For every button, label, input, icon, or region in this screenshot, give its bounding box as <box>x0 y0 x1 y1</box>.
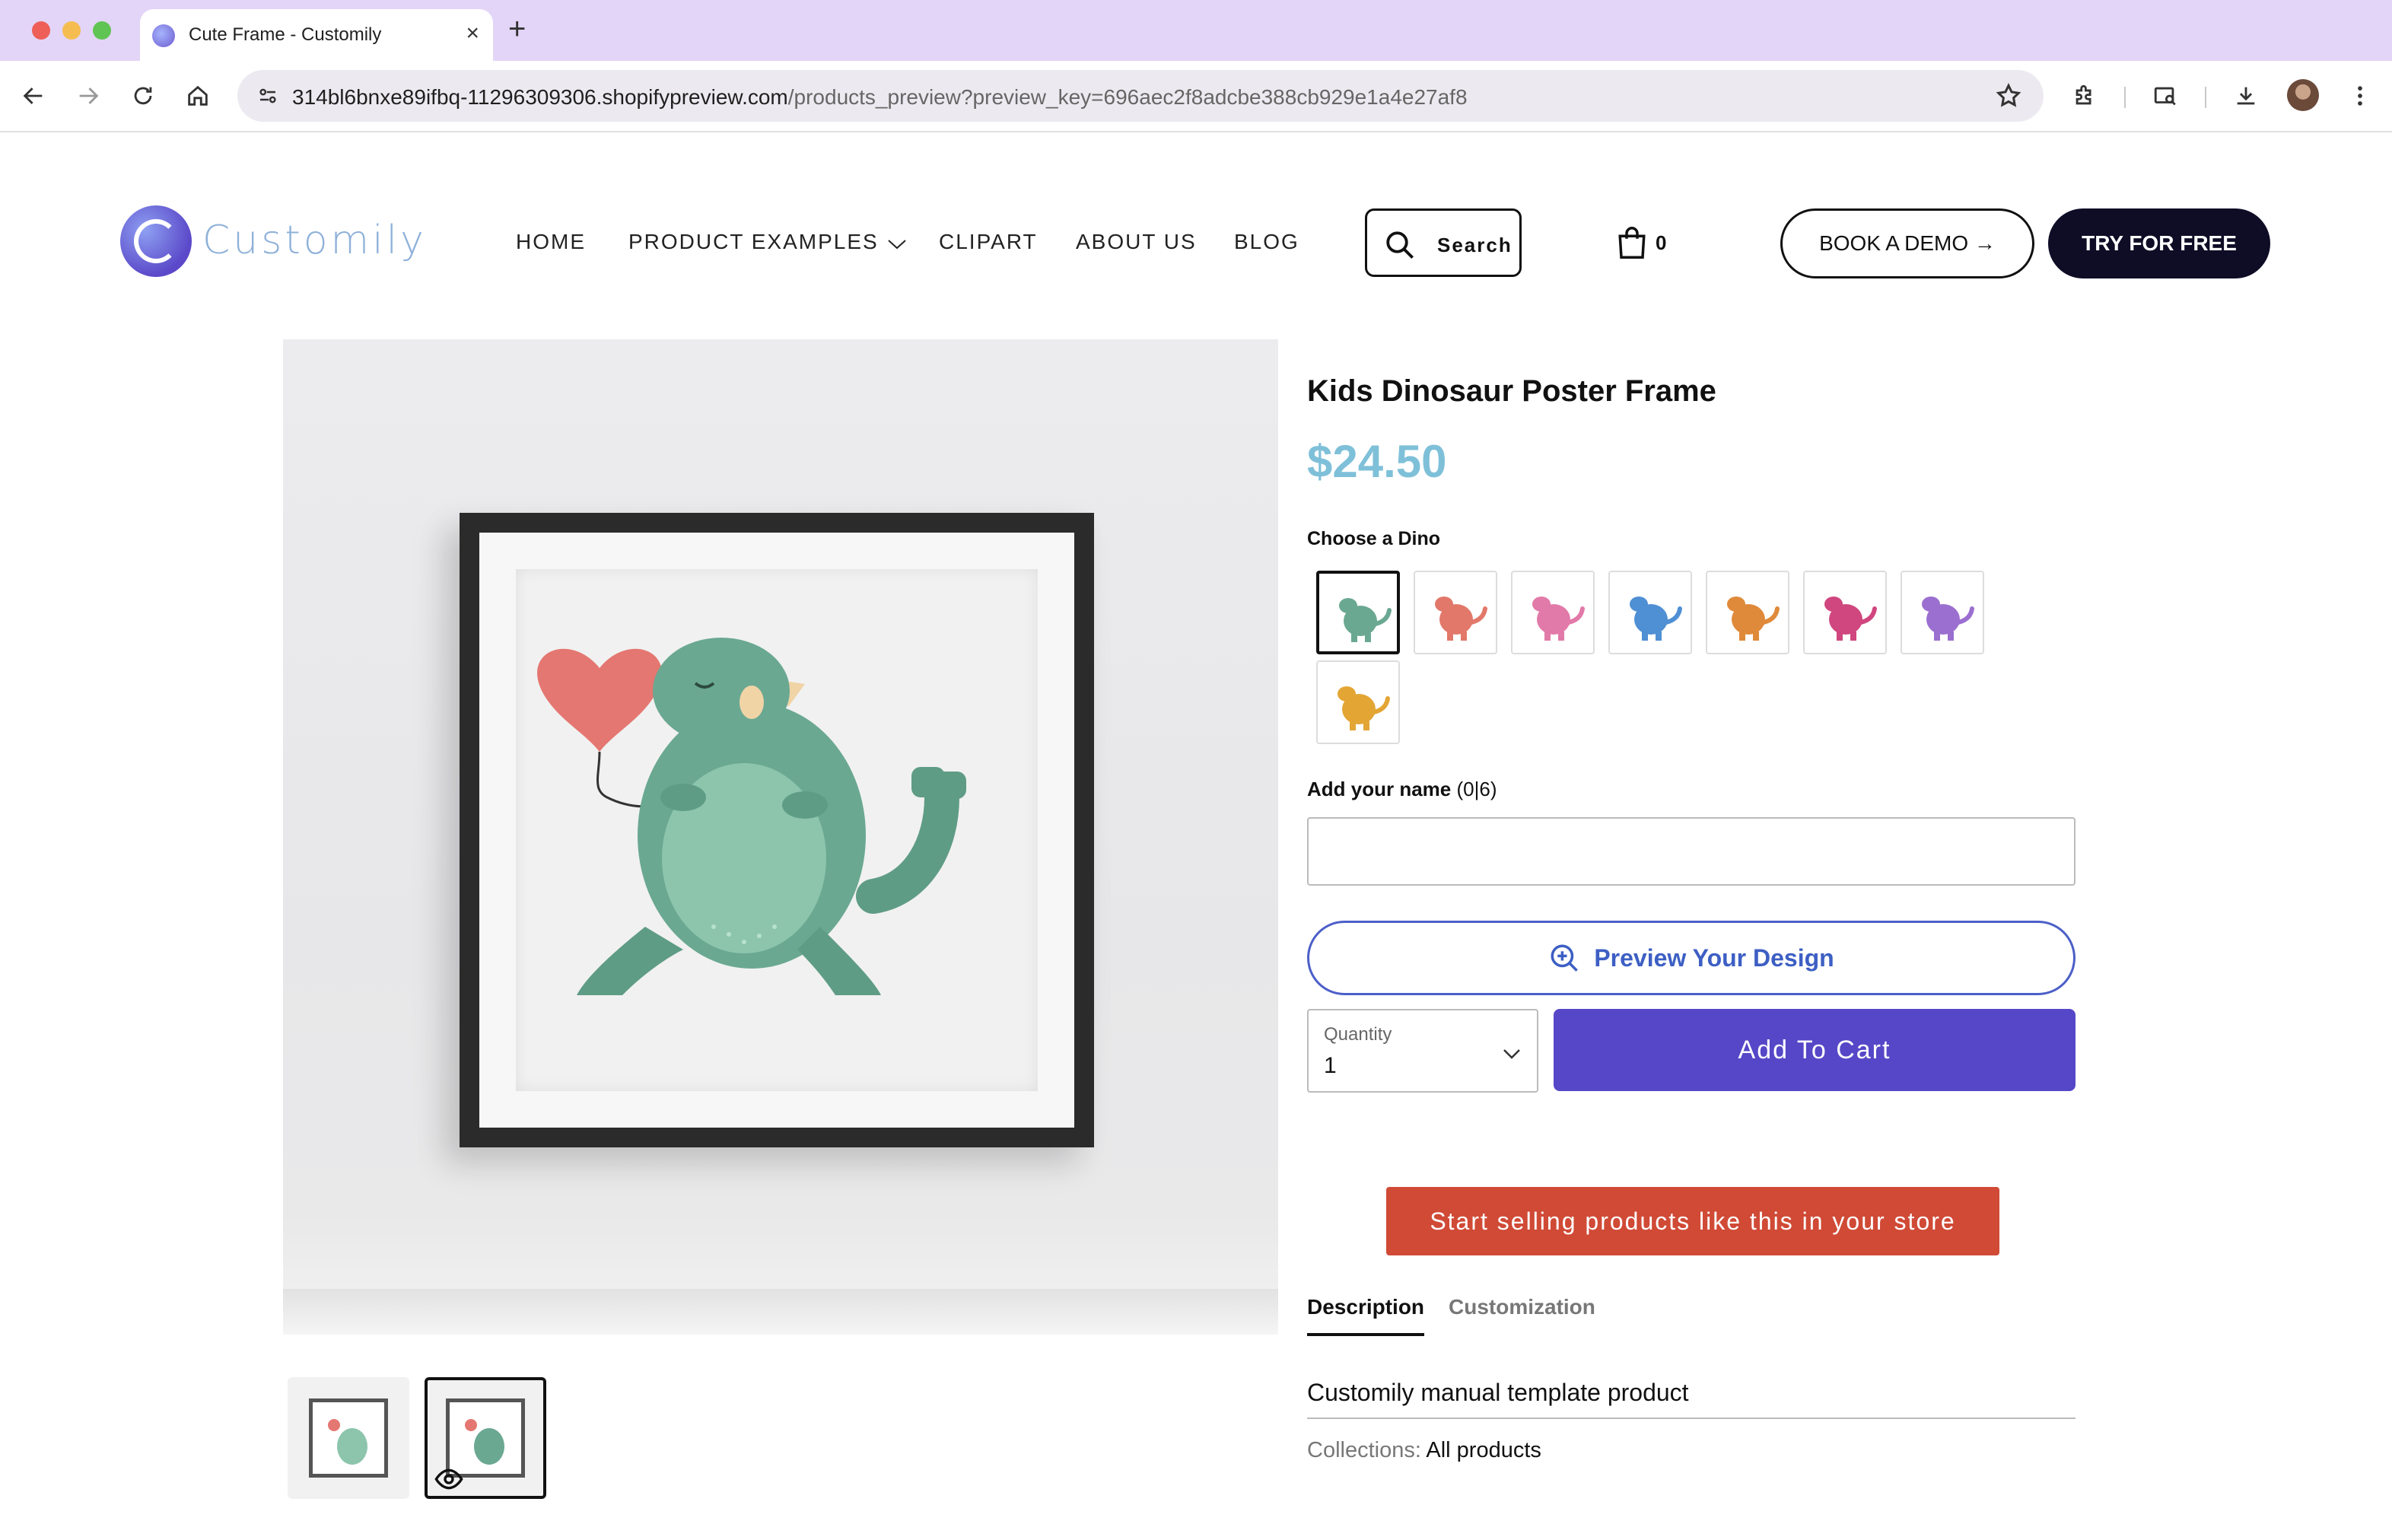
dino-swatch-purple-dino[interactable] <box>1901 571 1984 654</box>
collections-link[interactable]: All products <box>1426 1438 1541 1462</box>
url-path: /products_preview?preview_key=696aec2f8a… <box>787 85 1468 109</box>
brand-name[interactable]: Customily <box>202 218 427 263</box>
dino-swatch-coral-dino[interactable] <box>1414 571 1497 654</box>
coral-dino-icon <box>1435 597 1487 641</box>
customily-logo-icon[interactable] <box>120 205 192 277</box>
url-host: 314bl6bnxe89ifbq-11296309306.shopifyprev… <box>292 85 788 109</box>
extensions-icon[interactable] <box>2066 78 2103 114</box>
minimize-window-button[interactable] <box>62 21 81 40</box>
magenta-dino-icon <box>1824 597 1877 641</box>
zoom-in-icon <box>1551 944 1579 972</box>
back-arrow-icon[interactable] <box>15 78 52 114</box>
chevron-down-icon <box>1503 1049 1520 1059</box>
tab-customization[interactable]: Customization <box>1449 1295 1595 1319</box>
thumbnail-frame <box>309 1398 388 1478</box>
yellow-stegosaurus-icon <box>1338 686 1390 730</box>
choose-dino-label: Choose a Dino <box>1307 528 1441 549</box>
toolbar-separator <box>2205 87 2206 108</box>
pink-triceratops-icon <box>1532 597 1585 641</box>
wall-shelf <box>283 1289 1278 1335</box>
eye-preview-icon <box>434 1468 463 1490</box>
new-tab-button[interactable]: + <box>508 14 526 44</box>
product-tabs: Description Customization <box>1307 1290 2076 1339</box>
search-icon <box>1386 231 1414 259</box>
preview-design-button[interactable]: Preview Your Design <box>1307 921 2076 995</box>
dinosaur-print <box>516 569 1038 1091</box>
name-char-counter: (0|6) <box>1456 778 1497 800</box>
search-label: Search <box>1437 234 1512 256</box>
cart-count: 0 <box>1656 231 1667 254</box>
dino-swatch-green-dino-heart[interactable] <box>1316 571 1400 654</box>
chevron-down-icon <box>887 239 906 249</box>
shopping-bag-icon[interactable] <box>1616 225 1648 260</box>
tab-description[interactable]: Description <box>1307 1295 1425 1336</box>
address-bar[interactable]: 314bl6bnxe89ifbq-11296309306.shopifyprev… <box>237 70 2044 122</box>
product-title: Kids Dinosaur Poster Frame <box>1307 374 1716 408</box>
blue-pterodactyl-icon <box>1630 597 1682 641</box>
product-description: Customily manual template product <box>1307 1379 2076 1419</box>
nav-clipart[interactable]: CLIPART <box>939 230 1038 254</box>
dino-swatch-blue-pterodactyl[interactable] <box>1608 571 1692 654</box>
add-to-cart-button[interactable]: Add To Cart <box>1554 1009 2076 1091</box>
preview-design-label: Preview Your Design <box>1594 943 1834 972</box>
profile-avatar[interactable] <box>2287 79 2319 111</box>
dino-swatch-yellow-stegosaurus[interactable] <box>1316 660 1400 744</box>
forward-arrow-icon[interactable] <box>70 78 107 114</box>
quantity-label: Quantity <box>1324 1024 1392 1045</box>
nav-blog[interactable]: BLOG <box>1234 230 1299 254</box>
url-text: 314bl6bnxe89ifbq-11296309306.shopifyprev… <box>292 85 1468 110</box>
add-name-label-text: Add your name <box>1307 778 1452 800</box>
close-window-button[interactable] <box>32 21 50 40</box>
nav-about-us[interactable]: ABOUT US <box>1076 230 1197 254</box>
nav-product-examples[interactable]: PRODUCT EXAMPLES <box>628 230 908 254</box>
product-thumbnail-1[interactable] <box>288 1377 409 1499</box>
home-icon[interactable] <box>180 78 216 114</box>
site-settings-icon[interactable] <box>253 81 283 111</box>
collections-line: Collections: All products <box>1307 1438 1541 1463</box>
browser-toolbar: 314bl6bnxe89ifbq-11296309306.shopifyprev… <box>0 61 2392 132</box>
nav-home[interactable]: HOME <box>516 230 586 254</box>
poster-frame <box>460 513 1094 1147</box>
green-dino-heart-icon <box>1339 598 1392 642</box>
dino-swatch-magenta-dino[interactable] <box>1803 571 1887 654</box>
browser-tab-active[interactable]: Cute Frame - Customily × <box>140 9 493 61</box>
add-name-label: Add your name (0|6) <box>1307 778 1497 801</box>
quantity-select[interactable]: Quantity 1 <box>1307 1009 1538 1093</box>
collections-label: Collections: <box>1307 1438 1421 1462</box>
download-icon[interactable] <box>2228 78 2264 114</box>
tab-close-icon[interactable]: × <box>466 20 479 47</box>
product-thumbnail-2[interactable] <box>425 1377 546 1499</box>
book-demo-button[interactable]: BOOK A DEMO → <box>1780 208 2034 278</box>
more-menu-icon[interactable] <box>2342 78 2378 114</box>
green-dinosaur-illustration <box>537 638 966 995</box>
bookmark-star-icon[interactable] <box>1995 82 2022 110</box>
purple-dino-icon <box>1922 597 1974 641</box>
dino-swatch-pink-triceratops[interactable] <box>1511 571 1595 654</box>
orange-brontosaurus-icon <box>1727 597 1780 641</box>
start-selling-banner-button[interactable]: Start selling products like this in your… <box>1386 1187 1999 1255</box>
dino-swatch-orange-brontosaurus[interactable] <box>1706 571 1789 654</box>
browser-tab-bar: Cute Frame - Customily × + <box>0 0 2392 61</box>
reload-icon[interactable] <box>125 78 161 114</box>
quantity-value: 1 <box>1324 1053 1337 1078</box>
nav-product-examples-label: PRODUCT EXAMPLES <box>628 230 879 253</box>
product-main-image[interactable] <box>283 339 1278 1335</box>
customily-favicon-icon <box>152 24 175 47</box>
try-for-free-button[interactable]: TRY FOR FREE <box>2048 208 2270 278</box>
product-price: $24.50 <box>1307 436 1447 487</box>
maximize-window-button[interactable] <box>93 21 111 40</box>
frame-mat <box>479 533 1074 1128</box>
name-input[interactable] <box>1307 817 2076 886</box>
tab-search-icon[interactable] <box>2147 78 2184 114</box>
toolbar-separator <box>2124 87 2126 108</box>
search-button[interactable]: Search <box>1365 208 1522 277</box>
tab-title: Cute Frame - Customily <box>189 24 382 45</box>
